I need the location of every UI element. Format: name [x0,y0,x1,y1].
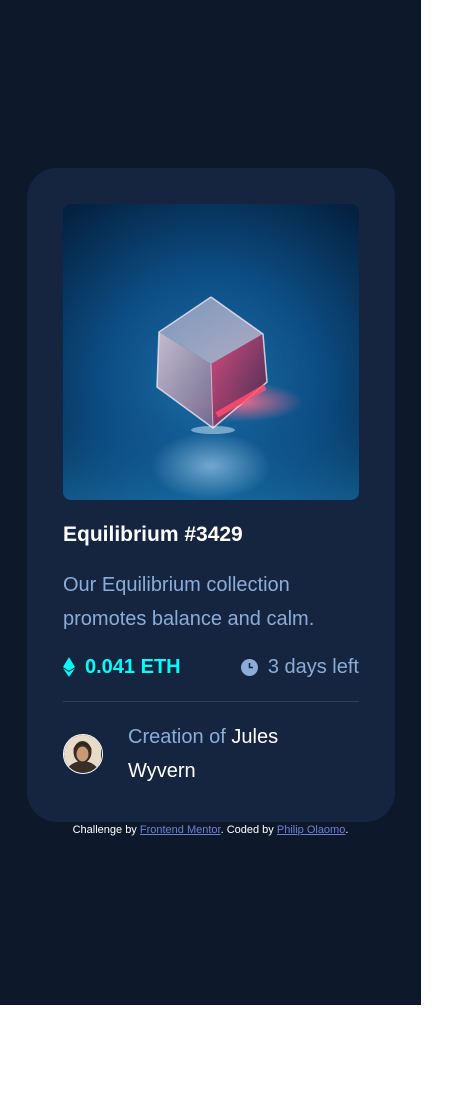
time-group: 3 days left [240,652,359,682]
price-value: 0.041 ETH [85,656,181,678]
creator-line: Creation of Jules Wyvern [128,720,328,788]
author-link[interactable]: Philip Olaomo [277,824,345,836]
creator-avatar-image [64,735,101,772]
avatar [63,734,103,774]
time-left-value: 3 days left [267,656,359,678]
nft-image[interactable] [63,204,359,500]
attribution-prefix: Challenge by [72,824,137,836]
nft-stats: 0.041 ETH 3 days left [63,652,359,682]
ethereum-icon [63,657,75,677]
divider [63,701,359,702]
frontend-mentor-link[interactable]: Frontend Mentor [140,824,221,836]
attribution: Challenge by Frontend Mentor. Coded by P… [0,822,421,838]
creator-prefix: Creation of [128,726,226,748]
clock-icon [240,658,258,676]
price-group: 0.041 ETH [63,652,181,682]
attribution-middle: . Coded by [220,824,274,836]
nft-title[interactable]: Equilibrium #3429 [63,522,363,548]
attribution-suffix: . [345,824,349,836]
nft-description: Our Equilibrium collection promotes bala… [63,574,315,630]
equilibrium-cube-image [63,204,359,500]
nft-card: Equilibrium #3429 Our Equilibrium collec… [27,168,395,822]
